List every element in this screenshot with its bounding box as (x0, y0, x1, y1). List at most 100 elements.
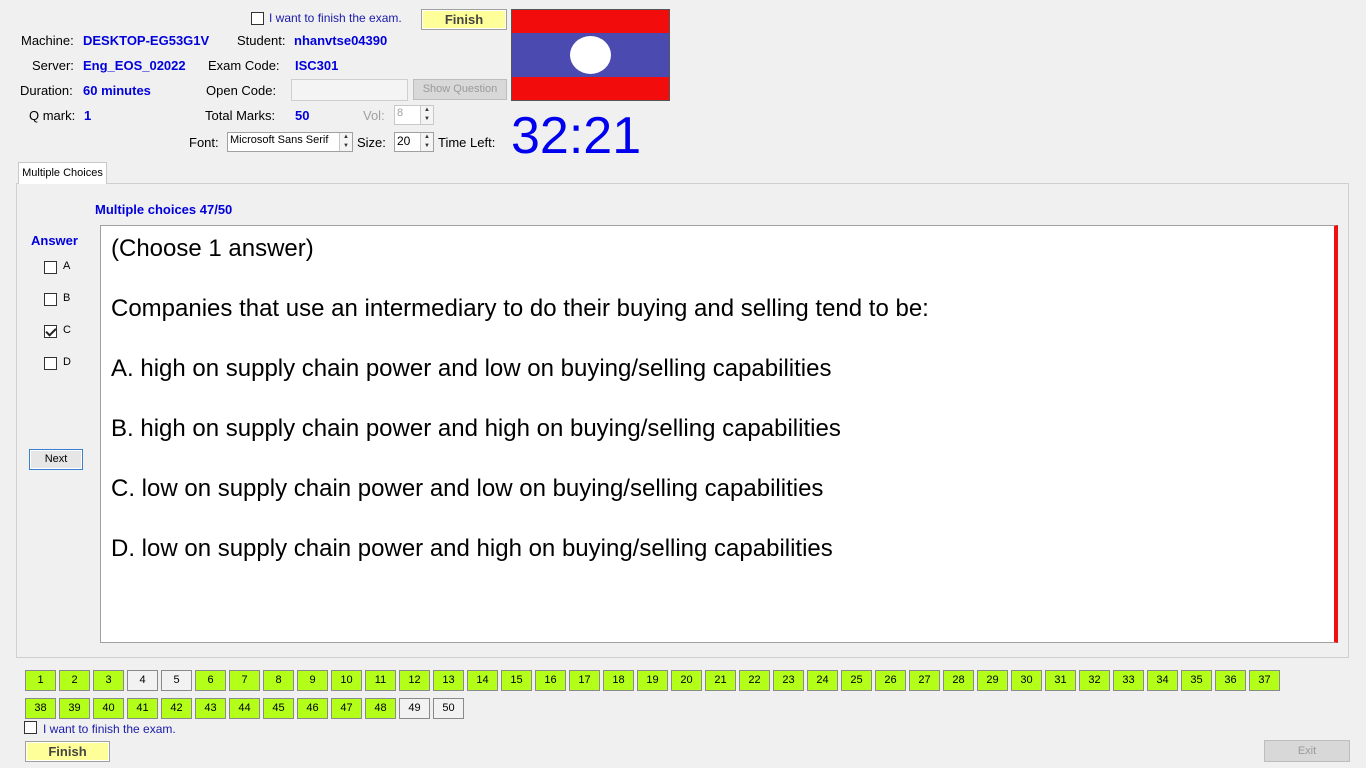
tab-multiple-choices[interactable]: Multiple Choices (18, 162, 107, 184)
finish-button-bottom[interactable]: Finish (25, 741, 110, 762)
question-nav-button[interactable]: 16 (535, 670, 566, 691)
question-nav-button[interactable]: 40 (93, 698, 124, 719)
time-left-label: Time Left: (438, 135, 496, 150)
question-nav-button[interactable]: 9 (297, 670, 328, 691)
question-nav-button[interactable]: 45 (263, 698, 294, 719)
question-nav-button[interactable]: 3 (93, 670, 124, 691)
question-instruction: (Choose 1 answer) (111, 235, 314, 262)
time-left-value: 32:21 (511, 107, 642, 165)
choice-a: A. high on supply chain power and low on… (111, 355, 832, 382)
question-nav-button[interactable]: 24 (807, 670, 838, 691)
question-nav-button[interactable]: 49 (399, 698, 430, 719)
machine-value: DESKTOP-EG53G1V (83, 33, 210, 48)
size-label: Size: (357, 135, 386, 150)
vol-value: 8 (397, 107, 404, 119)
option-a-label: A (63, 260, 71, 272)
option-d-label: D (63, 356, 71, 368)
question-nav-button[interactable]: 21 (705, 670, 736, 691)
question-nav-button[interactable]: 12 (399, 670, 430, 691)
question-nav-button[interactable]: 25 (841, 670, 872, 691)
question-nav-button[interactable]: 7 (229, 670, 260, 691)
question-area: (Choose 1 answer) Companies that use an … (100, 225, 1338, 643)
next-button[interactable]: Next (29, 449, 83, 470)
font-label: Font: (189, 135, 219, 150)
question-nav-button[interactable]: 6 (195, 670, 226, 691)
progress-title: Multiple choices 47/50 (95, 202, 233, 217)
question-nav-button[interactable]: 30 (1011, 670, 1042, 691)
question-nav-button[interactable]: 20 (671, 670, 702, 691)
option-b-checkbox[interactable] (44, 293, 57, 309)
question-nav-button[interactable]: 50 (433, 698, 464, 719)
flag-image (511, 9, 670, 101)
question-nav-button[interactable]: 4 (127, 670, 158, 691)
question-nav-button[interactable]: 36 (1215, 670, 1246, 691)
question-nav-button[interactable]: 18 (603, 670, 634, 691)
font-select[interactable]: Microsoft Sans Serif ▲ ▼ (227, 132, 353, 152)
question-nav-button[interactable]: 2 (59, 670, 90, 691)
vol-label: Vol: (363, 108, 385, 123)
option-d-checkbox[interactable] (44, 357, 57, 373)
exit-button[interactable]: Exit (1264, 740, 1350, 762)
question-nav-button[interactable]: 17 (569, 670, 600, 691)
student-label: Student: (237, 33, 286, 48)
qmark-label: Q mark: (29, 108, 76, 123)
question-nav-button[interactable]: 37 (1249, 670, 1280, 691)
question-nav-button[interactable]: 19 (637, 670, 668, 691)
question-nav-button[interactable]: 48 (365, 698, 396, 719)
question-nav-button[interactable]: 29 (977, 670, 1008, 691)
vol-stepper[interactable]: 8 ▲ ▼ (394, 105, 434, 125)
question-nav-button[interactable]: 11 (365, 670, 396, 691)
server-value: Eng_EOS_02022 (83, 58, 186, 73)
server-label: Server: (32, 58, 74, 73)
question-nav-button[interactable]: 14 (467, 670, 498, 691)
show-question-button[interactable]: Show Question (413, 79, 507, 100)
option-c-checkbox[interactable] (44, 325, 57, 341)
total-marks-value: 50 (295, 108, 310, 123)
option-a-checkbox[interactable] (44, 261, 57, 277)
question-nav-button[interactable]: 46 (297, 698, 328, 719)
question-nav-button[interactable]: 1 (25, 670, 56, 691)
size-value: 20 (397, 134, 411, 148)
question-stem: Companies that use an intermediary to do… (111, 295, 929, 322)
open-code-label: Open Code: (206, 83, 277, 98)
question-nav-button[interactable]: 27 (909, 670, 940, 691)
exam-code-value: ISC301 (295, 58, 339, 73)
question-nav-button[interactable]: 31 (1045, 670, 1076, 691)
open-code-input[interactable] (291, 79, 408, 101)
qmark-value: 1 (84, 108, 92, 123)
question-nav-button[interactable]: 23 (773, 670, 804, 691)
question-nav-button[interactable]: 28 (943, 670, 974, 691)
question-nav-button[interactable]: 39 (59, 698, 90, 719)
question-nav-button[interactable]: 32 (1079, 670, 1110, 691)
question-nav-button[interactable]: 10 (331, 670, 362, 691)
question-nav-button[interactable]: 42 (161, 698, 192, 719)
finish-button-top[interactable]: Finish (421, 9, 507, 30)
exam-code-label: Exam Code: (208, 58, 280, 73)
finish-exam-label-top: I want to finish the exam. (269, 11, 402, 25)
question-nav-button[interactable]: 15 (501, 670, 532, 691)
question-nav-button[interactable]: 34 (1147, 670, 1178, 691)
duration-label: Duration: (20, 83, 73, 98)
question-nav-button[interactable]: 35 (1181, 670, 1212, 691)
machine-label: Machine: (21, 33, 74, 48)
question-nav-button[interactable]: 13 (433, 670, 464, 691)
choice-d: D. low on supply chain power and high on… (111, 535, 833, 562)
question-nav-button[interactable]: 22 (739, 670, 770, 691)
question-nav-button[interactable]: 8 (263, 670, 294, 691)
finish-exam-checkbox-bottom[interactable] (24, 721, 37, 737)
question-nav-button[interactable]: 44 (229, 698, 260, 719)
option-b-label: B (63, 292, 71, 304)
question-nav-button[interactable]: 47 (331, 698, 362, 719)
finish-exam-checkbox-top[interactable] (251, 12, 264, 28)
question-nav-button[interactable]: 43 (195, 698, 226, 719)
question-nav-button[interactable]: 38 (25, 698, 56, 719)
question-nav-button[interactable]: 5 (161, 670, 192, 691)
size-stepper[interactable]: 20 ▲ ▼ (394, 132, 434, 152)
total-marks-label: Total Marks: (205, 108, 276, 123)
question-nav-button[interactable]: 26 (875, 670, 906, 691)
question-nav-button[interactable]: 41 (127, 698, 158, 719)
choice-b: B. high on supply chain power and high o… (111, 415, 841, 442)
choice-c: C. low on supply chain power and low on … (111, 475, 824, 502)
question-nav-button[interactable]: 33 (1113, 670, 1144, 691)
option-c-label: C (63, 324, 71, 336)
